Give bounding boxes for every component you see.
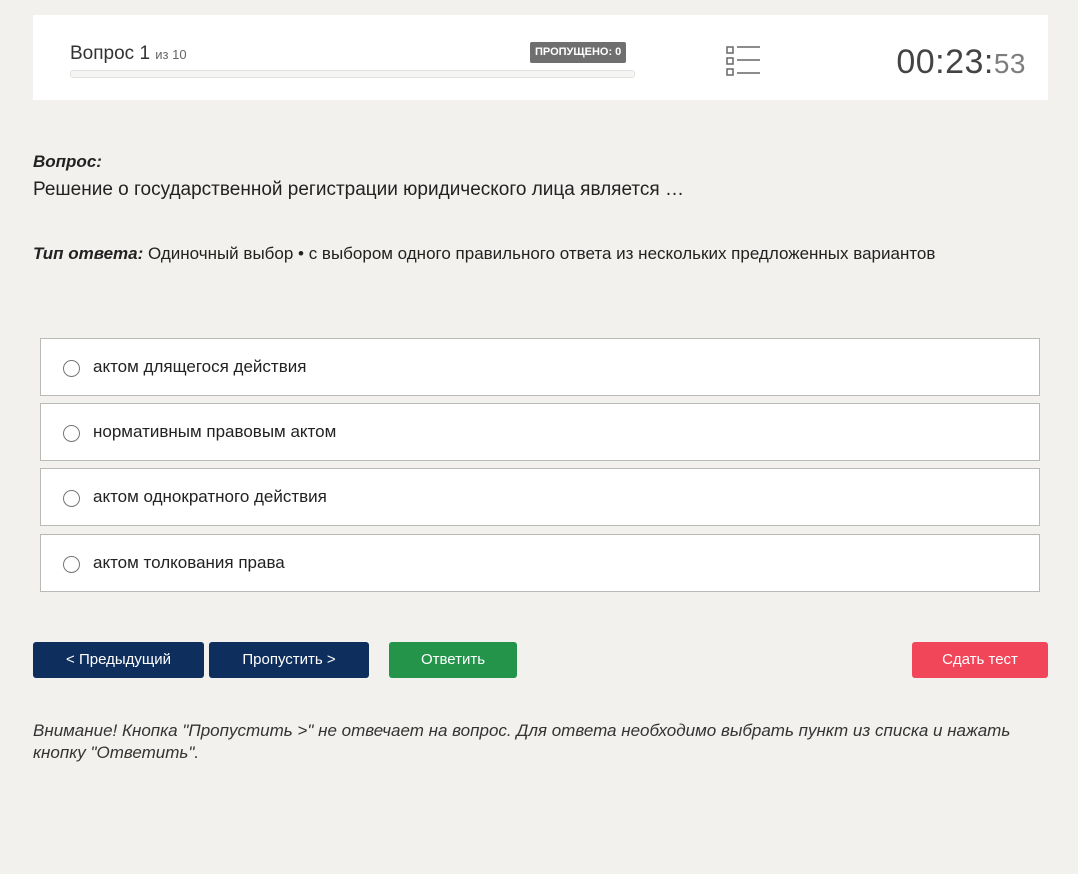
answer-option-label: актом толкования права	[93, 553, 285, 572]
radio-button[interactable]	[63, 490, 80, 507]
countdown-timer: 00:23:53	[896, 43, 1026, 82]
answer-option-label: актом длящегося действия	[93, 357, 307, 376]
radio-button[interactable]	[63, 556, 80, 573]
answer-type-label: Тип ответа:	[33, 244, 144, 263]
answer-option-label: нормативным правовым актом	[93, 422, 337, 441]
finish-test-button[interactable]: Сдать тест	[912, 642, 1048, 678]
answer-option-2[interactable]: нормативным правовым актом	[40, 403, 1040, 461]
previous-button[interactable]: < Предыдущий	[33, 642, 204, 678]
question-list-icon[interactable]	[726, 45, 762, 76]
question-total: из 10	[155, 47, 187, 62]
warning-note: Внимание! Кнопка "Пропустить >" не отвеч…	[33, 721, 1011, 762]
answer-button[interactable]: Ответить	[389, 642, 517, 678]
radio-button[interactable]	[63, 360, 80, 377]
answer-option-3[interactable]: актом однократного действия	[40, 468, 1040, 526]
question-text: Решение о государственной регистрации юр…	[33, 179, 684, 200]
question-counter: Вопрос 1 из 10	[70, 43, 187, 65]
answer-type: Тип ответа: Одиночный выбор • с выбором …	[33, 244, 935, 264]
timer-main: 00:23:	[896, 43, 994, 81]
answer-option-1[interactable]: актом длящегося действия	[40, 338, 1040, 396]
progress-bar	[70, 70, 635, 78]
question-label: Вопрос:	[33, 152, 102, 171]
quiz-header: Вопрос 1 из 10 ПРОПУЩЕНО: 0 00:23:53	[33, 15, 1048, 100]
answer-option-4[interactable]: актом толкования права	[40, 534, 1040, 592]
answer-option-label: актом однократного действия	[93, 487, 327, 506]
skipped-badge: ПРОПУЩЕНО: 0	[530, 42, 627, 63]
answer-type-value: Одиночный выбор • с выбором одного прави…	[143, 244, 936, 263]
timer-seconds: 53	[993, 48, 1026, 79]
skip-button[interactable]: Пропустить >	[209, 642, 369, 678]
radio-button[interactable]	[63, 425, 80, 442]
question-number: Вопрос 1	[70, 43, 151, 64]
